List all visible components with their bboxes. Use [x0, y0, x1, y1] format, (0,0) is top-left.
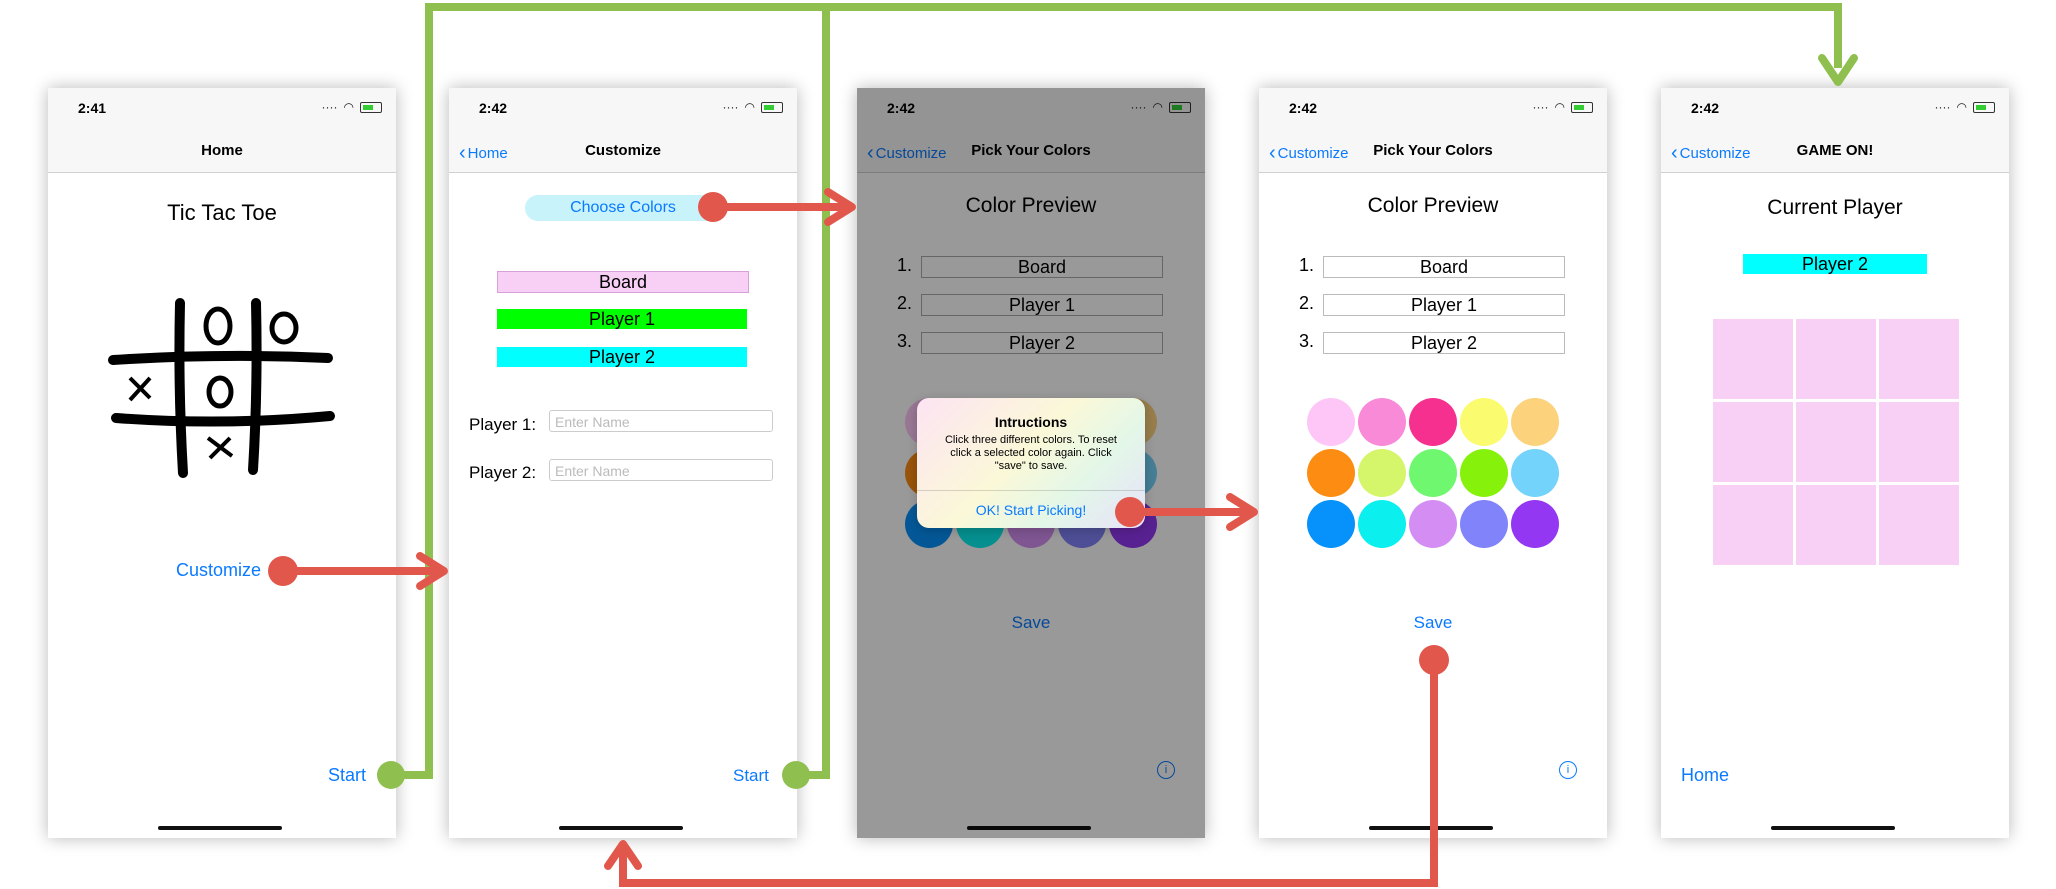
green-dot-start2 — [782, 761, 810, 789]
flow-arrows — [268, 3, 1858, 887]
flow-arrow-save — [619, 660, 1438, 887]
flow-arrow-start-to-game — [391, 3, 1842, 779]
red-dot-ok — [1115, 497, 1145, 527]
red-dot-save — [1419, 645, 1449, 675]
red-dot-customize — [268, 556, 298, 586]
green-dot-start1 — [377, 761, 405, 789]
flow-arrow-start2-to-game — [796, 7, 830, 779]
red-dot-choose-colors — [698, 192, 728, 222]
